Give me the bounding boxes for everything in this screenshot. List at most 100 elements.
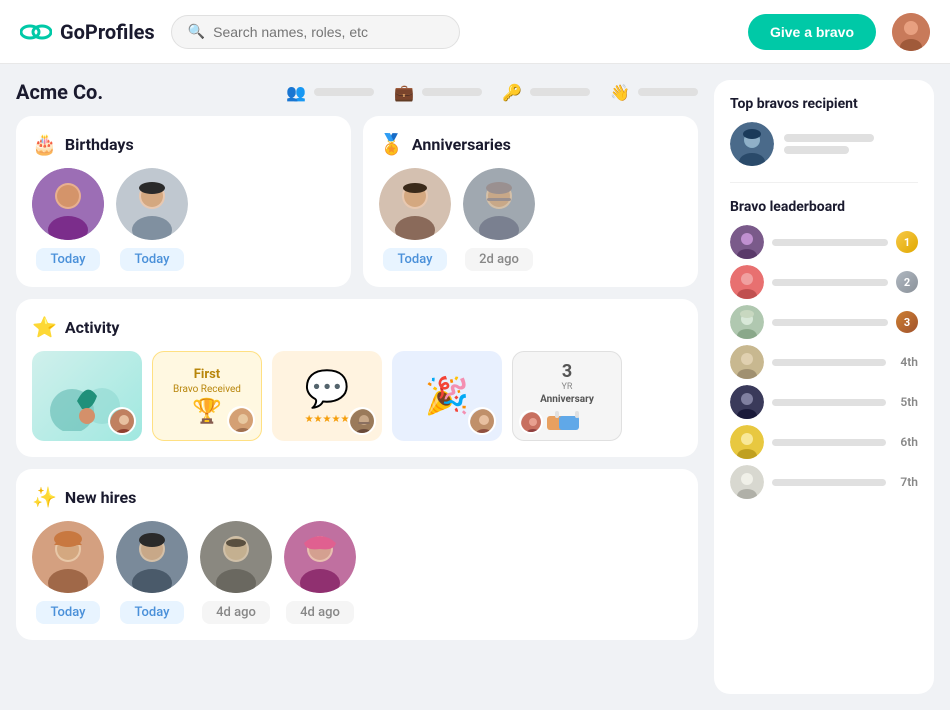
anniversary-avatar-2 <box>463 168 535 240</box>
new-hire-avatar-4 <box>284 521 356 593</box>
logo-icon <box>20 16 52 48</box>
medal-bronze: 3 <box>896 311 918 333</box>
header: GoProfiles 🔍 Give a bravo <box>0 0 950 64</box>
lb-name-bar-2 <box>772 279 888 286</box>
new-hires-card: ✨ New hires <box>16 469 698 640</box>
top-bravo-avatar <box>730 122 774 166</box>
new-hires-title: ✨ New hires <box>32 485 682 509</box>
activity-icon: ⭐ <box>32 315 57 339</box>
leaderboard-item-4: 4th <box>730 345 918 379</box>
lb-rank-7: 7th <box>894 475 918 489</box>
activity-avatar-1 <box>108 407 136 435</box>
new-hire-badge-3: 4d ago <box>202 601 270 624</box>
new-hire-badge-1: Today <box>36 601 99 624</box>
lb-avatar-1 <box>730 225 764 259</box>
top-bravo-name-bar <box>784 134 874 142</box>
top-bravo-info <box>784 134 874 154</box>
jobs-icon: 💼 <box>394 83 414 102</box>
give-bravo-button[interactable]: Give a bravo <box>748 14 876 50</box>
new-hires-icon: ✨ <box>32 485 57 509</box>
lb-avatar-7 <box>730 465 764 499</box>
waves-bar <box>638 88 698 96</box>
leaderboard-item-7: 7th <box>730 465 918 499</box>
anniversary-icon: 🏅 <box>379 132 404 156</box>
birthday-avatar-1 <box>32 168 104 240</box>
medal-silver: 2 <box>896 271 918 293</box>
lb-avatar-4 <box>730 345 764 379</box>
anniversary-label: Anniversary <box>540 394 594 405</box>
lb-avatar-5 <box>730 385 764 419</box>
main-content: Acme Co. 👥 💼 🔑 👋 <box>0 64 950 710</box>
leaderboard-item-1: 1 <box>730 225 918 259</box>
yr-badge: 3 YR <box>562 361 573 392</box>
anniversary-badge-1: Today <box>383 248 446 271</box>
waves-icon: 👋 <box>610 83 630 102</box>
bravo-medal-icon: 🏆 <box>192 397 222 425</box>
activity-title: ⭐ Activity <box>32 315 682 339</box>
activity-item-4: 🎉 <box>392 351 502 441</box>
bd-anni-row: 🎂 Birthdays <box>16 116 698 287</box>
activity-avatar-5 <box>519 410 543 434</box>
lb-name-bar-7 <box>772 479 886 486</box>
anniversaries-card: 🏅 Anniversaries <box>363 116 698 287</box>
new-hire-badge-4: 4d ago <box>286 601 354 624</box>
activity-item-1 <box>32 351 142 441</box>
logo: GoProfiles <box>20 16 155 48</box>
company-name: Acme Co. <box>16 80 103 104</box>
lb-rank-5: 5th <box>894 395 918 409</box>
search-icon: 🔍 <box>188 24 205 40</box>
birthday-badge-2: Today <box>120 248 183 271</box>
lb-avatar-6 <box>730 425 764 459</box>
anniversary-person-2: 2d ago <box>463 168 535 271</box>
page-header: Acme Co. 👥 💼 🔑 👋 <box>16 80 698 104</box>
anniversaries-title: 🏅 Anniversaries <box>379 132 682 156</box>
birthday-icon: 🎂 <box>32 132 57 156</box>
top-bravo-item <box>730 122 918 166</box>
new-hire-avatar-3 <box>200 521 272 593</box>
chat-icon: 💬 <box>305 368 350 410</box>
activity-item-3: 💬 ★★★★★ <box>272 351 382 441</box>
lb-avatar-2 <box>730 265 764 299</box>
new-hire-4: 4d ago <box>284 521 356 624</box>
leaderboard-item-6: 6th <box>730 425 918 459</box>
stat-items: 👥 💼 🔑 👋 <box>286 83 698 102</box>
lb-name-bar-1 <box>772 239 888 246</box>
logo-text: GoProfiles <box>60 20 155 44</box>
activity-item-2: First Bravo Received 🏆 <box>152 351 262 441</box>
stat-keys: 🔑 <box>502 83 590 102</box>
medal-gold: 1 <box>896 231 918 253</box>
first-bravo-subtitle: Bravo Received <box>173 384 241 395</box>
leaderboard-item-2: 2 <box>730 265 918 299</box>
activity-avatar-3 <box>348 407 376 435</box>
birthday-avatar-2 <box>116 168 188 240</box>
top-bravos-section: Top bravos recipient <box>730 96 918 166</box>
search-bar[interactable]: 🔍 <box>171 15 461 49</box>
leaderboard-title: Bravo leaderboard <box>730 199 918 215</box>
stat-people: 👥 <box>286 83 374 102</box>
search-input[interactable] <box>213 24 443 40</box>
lb-rank-6: 6th <box>894 435 918 449</box>
activity-avatar-2 <box>227 406 255 434</box>
top-bravo-role-bar <box>784 146 849 154</box>
new-hire-1: Today <box>32 521 104 624</box>
birthdays-card: 🎂 Birthdays <box>16 116 351 287</box>
birthday-person-2: Today <box>116 168 188 271</box>
lb-name-bar-6 <box>772 439 886 446</box>
keys-bar <box>530 88 590 96</box>
anniversary-badge-2: 2d ago <box>465 248 533 271</box>
left-panel: Acme Co. 👥 💼 🔑 👋 <box>16 80 698 694</box>
keys-icon: 🔑 <box>502 83 522 102</box>
first-bravo-title: First <box>194 367 220 382</box>
user-avatar[interactable] <box>892 13 930 51</box>
stat-jobs: 💼 <box>394 83 482 102</box>
leaderboard-divider <box>730 182 918 183</box>
leaderboard-item-5: 5th <box>730 385 918 419</box>
people-icon: 👥 <box>286 83 306 102</box>
activity-avatar-4 <box>468 407 496 435</box>
activity-item-5: 3 YR Anniversary <box>512 351 622 441</box>
new-hires-grid: Today Today <box>32 521 682 624</box>
stat-waves: 👋 <box>610 83 698 102</box>
anniversary-person-1: Today <box>379 168 451 271</box>
lb-name-bar-5 <box>772 399 886 406</box>
anniversaries-grid: Today <box>379 168 682 271</box>
